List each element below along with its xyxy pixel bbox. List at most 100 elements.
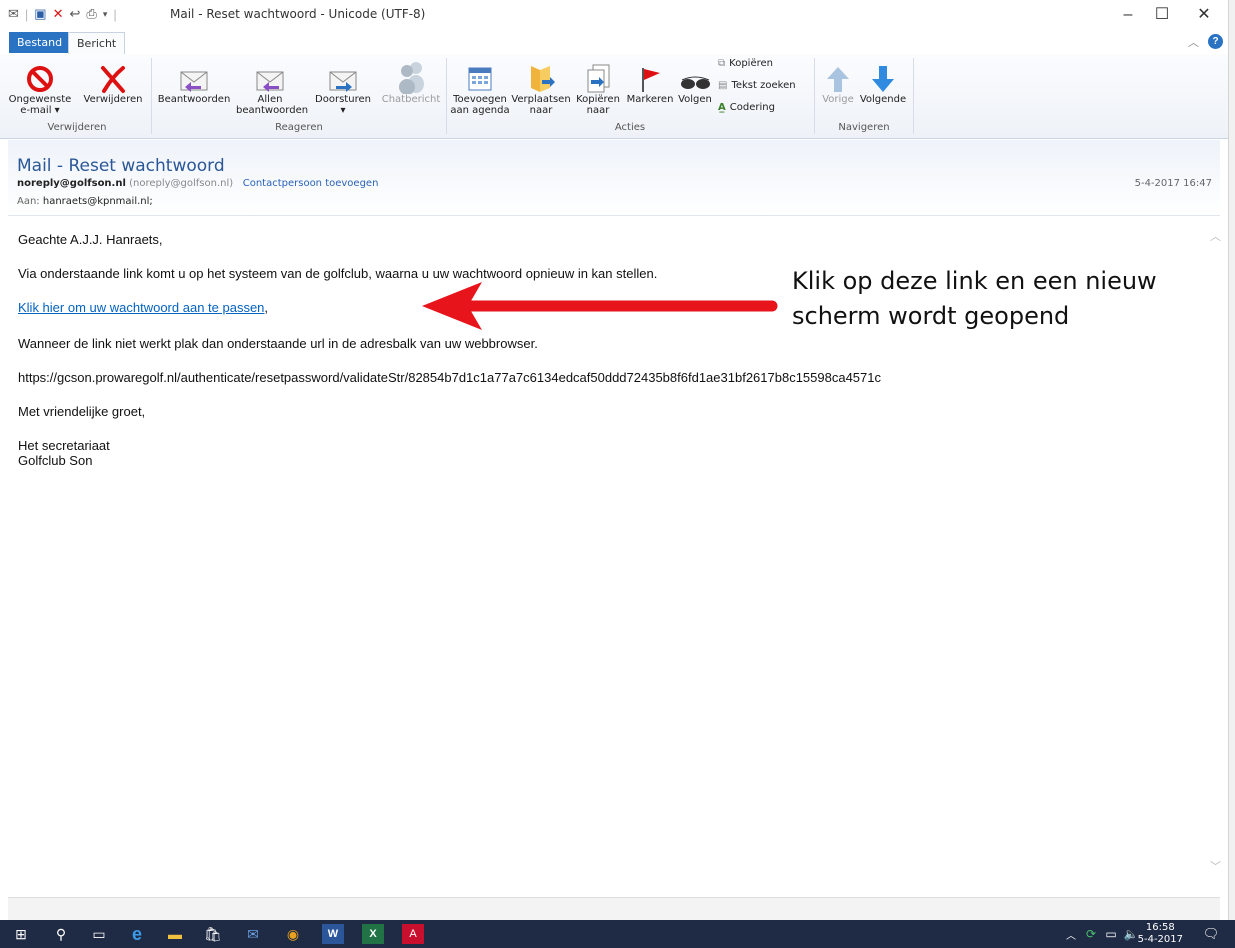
to-line: Aan: hanraets@kpnmail.nl; bbox=[17, 196, 153, 207]
show-hidden-icons-icon[interactable]: ︿ bbox=[1060, 924, 1082, 944]
file-explorer-icon[interactable]: ▬ bbox=[164, 924, 186, 944]
delete-button[interactable]: Verwijderen bbox=[80, 56, 146, 105]
to-label: Aan: bbox=[17, 196, 40, 207]
follow-button[interactable]: Volgen bbox=[676, 56, 714, 105]
reply-all-button[interactable]: Allen beantwoorden bbox=[236, 56, 308, 116]
ribbon-tabs: Bestand Bericht ︿ ? bbox=[0, 32, 1228, 55]
recipient-address[interactable]: hanraets@kpnmail.nl; bbox=[43, 196, 153, 207]
from-line: noreply@golfson.nl (noreply@golfson.nl) … bbox=[17, 178, 378, 189]
task-view-icon[interactable]: ▭ bbox=[88, 924, 110, 944]
junk-mail-button[interactable]: Ongewenste e-mail ▾ bbox=[4, 56, 76, 116]
outlook-express-icon[interactable]: ✉ bbox=[242, 924, 264, 944]
annotation-line-2: scherm wordt geopend bbox=[792, 302, 1070, 330]
block-icon bbox=[27, 66, 53, 92]
message-subject: Mail - Reset wachtwoord bbox=[17, 156, 225, 176]
find-text-button[interactable]: ▤ Tekst zoeken bbox=[718, 80, 796, 91]
excel-icon[interactable]: X bbox=[362, 924, 384, 944]
add-contact-link[interactable]: Contactpersoon toevoegen bbox=[243, 178, 379, 189]
store-icon[interactable]: 🛍 bbox=[202, 924, 224, 944]
forward-button[interactable]: Doorsturen ▾ bbox=[310, 56, 376, 116]
mark-button[interactable]: Markeren bbox=[624, 56, 676, 105]
clock-date: 5-4-2017 bbox=[1137, 934, 1183, 945]
group-label-navigate: Navigeren bbox=[838, 122, 890, 133]
background-window-edge bbox=[1228, 0, 1235, 920]
edge-browser-icon[interactable]: e bbox=[126, 924, 148, 944]
body-greeting: Geachte A.J.J. Hanraets, bbox=[18, 232, 163, 247]
help-icon[interactable]: ? bbox=[1208, 34, 1223, 49]
forward-envelope-icon bbox=[329, 71, 357, 92]
add-to-calendar-button[interactable]: Toevoegen aan agenda bbox=[450, 56, 510, 116]
link-suffix: , bbox=[264, 300, 269, 315]
close-button[interactable]: ✕ bbox=[1184, 4, 1224, 26]
arrow-up-icon bbox=[827, 67, 849, 92]
taskbar: ⊞ ⚲ ▭ e ▬ 🛍 ✉ ◉ W X A ︿ ⟳ ▭ 🔈 16:58 5-4-… bbox=[0, 920, 1235, 948]
document-copy-icon bbox=[587, 64, 610, 93]
windows-start-icon[interactable]: ⊞ bbox=[10, 924, 32, 944]
glasses-icon bbox=[681, 76, 710, 89]
delete-icon[interactable]: ✕ bbox=[53, 6, 64, 22]
vertical-scrollbar[interactable]: ︿ ﹀ bbox=[1208, 218, 1228, 898]
copy-to-button[interactable]: Kopiëren naar bbox=[572, 56, 624, 116]
ribbon-separator bbox=[913, 58, 914, 134]
annotation-text: Klik op deze link en een nieuw scherm wo… bbox=[792, 264, 1157, 334]
encoding-button[interactable]: A̲ Codering bbox=[718, 102, 775, 113]
scroll-down-icon[interactable]: ﹀ bbox=[1210, 858, 1221, 874]
quick-access-toolbar: ✉ | ▣ ✕ ↩ ⎙ ▾ | bbox=[8, 6, 117, 22]
sender-address-paren: (noreply@golfson.nl) bbox=[129, 178, 234, 189]
save-icon[interactable]: ▣ bbox=[34, 6, 46, 22]
chrome-icon[interactable]: ◉ bbox=[282, 924, 304, 944]
previous-button[interactable]: Vorige bbox=[818, 56, 858, 105]
document-icon: ▤ bbox=[718, 80, 728, 91]
customize-dropdown-icon[interactable]: ▾ bbox=[103, 9, 108, 20]
scroll-up-icon[interactable]: ︿ bbox=[1210, 228, 1221, 244]
body-signature-2: Golfclub Son bbox=[18, 453, 93, 468]
annotation-line-1: Klik op deze link en een nieuw bbox=[792, 267, 1157, 295]
sender-address[interactable]: noreply@golfson.nl bbox=[17, 178, 126, 189]
reply-button[interactable]: Beantwoorden bbox=[156, 56, 232, 105]
collapse-ribbon-icon[interactable]: ︿ bbox=[1188, 34, 1199, 50]
reset-password-link[interactable]: Klik hier om uw wachtwoord aan te passen bbox=[18, 300, 264, 315]
body-line-2: Wanneer de link niet werkt plak dan onde… bbox=[18, 336, 538, 351]
flag-icon bbox=[642, 68, 660, 92]
annotation-arrow bbox=[422, 282, 778, 330]
search-icon[interactable]: ⚲ bbox=[50, 924, 72, 944]
tab-message[interactable]: Bericht bbox=[68, 32, 126, 55]
group-label-actions: Acties bbox=[614, 122, 646, 133]
print-icon[interactable]: ⎙ bbox=[86, 6, 96, 22]
window-title: Mail - Reset wachtwoord - Unicode (UTF-8… bbox=[170, 7, 426, 21]
acrobat-icon[interactable]: A bbox=[402, 924, 424, 944]
title-bar: ✉ | ▣ ✕ ↩ ⎙ ▾ | Mail - Reset wachtwoord … bbox=[0, 0, 1228, 30]
move-to-button[interactable]: Verplaatsen naar bbox=[511, 56, 571, 116]
received-date: 5-4-2017 16:47 bbox=[1134, 178, 1212, 189]
folder-move-icon bbox=[531, 66, 555, 92]
clock-time: 16:58 bbox=[1145, 922, 1175, 933]
copy-small-button[interactable]: ⧉ Kopiëren bbox=[718, 58, 773, 69]
calendar-icon bbox=[468, 67, 492, 91]
message-header: Mail - Reset wachtwoord noreply@golfson.… bbox=[8, 140, 1220, 216]
delete-x-icon bbox=[101, 66, 125, 93]
group-label-delete: Verwijderen bbox=[47, 122, 107, 133]
body-closing: Met vriendelijke groet, bbox=[18, 404, 146, 419]
status-bar bbox=[8, 897, 1220, 920]
next-button[interactable]: Volgende bbox=[858, 56, 908, 105]
encoding-icon: A̲ bbox=[718, 102, 726, 113]
maximize-button[interactable]: ☐ bbox=[1142, 4, 1182, 26]
reply-all-envelope-icon bbox=[256, 71, 284, 92]
system-clock[interactable]: 16:58 5-4-2017 bbox=[1138, 922, 1183, 946]
body-link-line: Klik hier om uw wachtwoord aan te passen… bbox=[18, 300, 268, 315]
sync-icon[interactable]: ⟳ bbox=[1080, 924, 1102, 944]
people-icon bbox=[399, 62, 424, 94]
copy-icon: ⧉ bbox=[718, 58, 726, 69]
body-url: https://gcson.prowaregolf.nl/authenticat… bbox=[18, 370, 882, 385]
notifications-icon[interactable]: 🗨 bbox=[1200, 924, 1222, 944]
envelope-icon: ✉ bbox=[8, 6, 19, 21]
tab-file[interactable]: Bestand bbox=[9, 32, 71, 53]
group-label-reply: Reageren bbox=[275, 122, 323, 133]
network-icon[interactable]: ▭ bbox=[1100, 924, 1122, 944]
reply-envelope-icon bbox=[180, 71, 208, 92]
word-icon[interactable]: W bbox=[322, 924, 344, 944]
reply-icon[interactable]: ↩ bbox=[70, 6, 81, 22]
chat-button[interactable]: Chatbericht bbox=[376, 56, 446, 105]
ribbon: Ongewenste e-mail ▾ Verwijderen Verwijde… bbox=[0, 54, 1228, 139]
arrow-down-icon bbox=[872, 66, 894, 92]
